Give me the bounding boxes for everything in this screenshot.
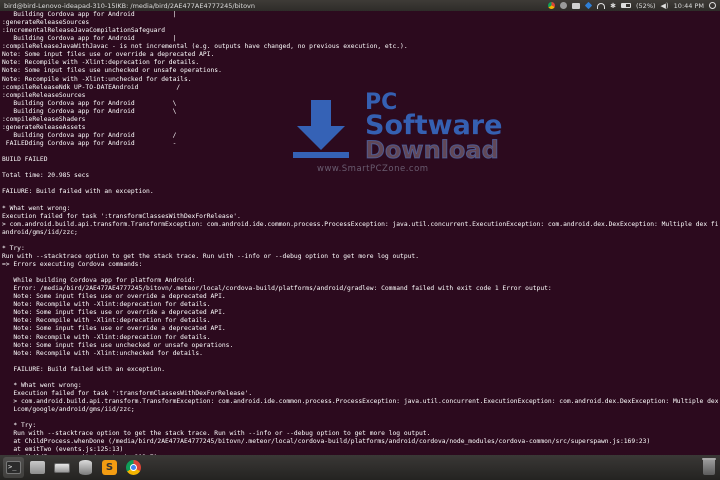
battery-icon[interactable] <box>621 3 632 8</box>
terminal-line: Execution failed for task ':transformCla… <box>2 212 241 220</box>
terminal-line: Note: Recompile with -Xlint:deprecation … <box>2 333 211 341</box>
terminal-line: Building Cordova app for Android | <box>2 11 177 18</box>
terminal-line: :incrementalReleaseJavaCompilationSafegu… <box>2 27 166 35</box>
terminal-line: Note: Recompile with -Xlint:deprecation … <box>2 301 211 309</box>
power-icon[interactable] <box>709 2 716 9</box>
terminal-line: > com.android.build.api.transform.Transf… <box>2 220 718 228</box>
terminal-line: Note: Recompile with -Xlint:unchecked fo… <box>2 349 203 357</box>
chrome-launcher[interactable] <box>123 457 144 478</box>
drive-icon <box>53 462 70 473</box>
sublime-text-launcher[interactable]: S <box>99 457 120 478</box>
terminal-line: Note: Some input files use unchecked or … <box>2 341 234 349</box>
terminal-line: at emitTwo (events.js:125:13) <box>2 446 124 454</box>
terminal-line: android/gms/iid/zzc; <box>2 228 78 236</box>
terminal-output[interactable]: Building Cordova app for Android |:gener… <box>0 11 720 455</box>
terminal-line: Building Cordova app for Android | <box>2 35 177 43</box>
terminal-line: Building Cordova app for Android \ <box>2 107 177 115</box>
terminal-line: Lcom/google/android/gms/iid/zzc; <box>2 406 135 414</box>
terminal-line: * Try: <box>2 422 37 430</box>
files-launcher[interactable] <box>27 457 48 478</box>
terminal-line: * What went wrong: <box>2 204 71 212</box>
terminal-line: :generateReleaseAssets <box>2 123 86 131</box>
terminal-line: FAILEDding Cordova app for Android - <box>2 140 177 147</box>
terminal-line: :compileReleaseNdk UP-TO-DATEAndroid / <box>2 83 181 91</box>
terminal-line: at ChildProcess.whenDone (/media/bird/2A… <box>2 438 651 446</box>
terminal-launcher[interactable]: >_ <box>3 457 24 478</box>
window-title: bird@bird-Lenovo-ideapad-310-15IKB: /med… <box>4 1 256 10</box>
battery-label[interactable]: (52%) <box>636 2 656 10</box>
database-launcher[interactable] <box>75 457 96 478</box>
terminal-line: Total time: 20.985 secs <box>2 172 90 180</box>
top-panel: bird@bird-Lenovo-ideapad-310-15IKB: /med… <box>0 0 720 11</box>
terminal-line: Building Cordova app for Android \ <box>2 99 177 107</box>
terminal-line: Note: Some input files use or override a… <box>2 51 215 59</box>
terminal-line: Note: Recompile with -Xlint:unchecked fo… <box>2 75 192 83</box>
terminal-line: * What went wrong: <box>2 381 82 389</box>
terminal-line: > com.android.build.api.transform.Transf… <box>2 398 718 405</box>
terminal-line: Note: Some input files use unchecked or … <box>2 67 222 75</box>
terminal-line: :compileReleaseJavaWithJavac - is not in… <box>2 43 408 51</box>
sublime-text-icon: S <box>102 460 117 475</box>
terminal-line: While building Cordova app for platform … <box>2 277 196 285</box>
terminal-line: Run with --stacktrace option to get the … <box>2 252 420 260</box>
gear-icon[interactable] <box>560 2 568 9</box>
terminal-line: Note: Some input files use or override a… <box>2 293 226 301</box>
terminal-line: Note: Some input files use or override a… <box>2 325 226 333</box>
terminal-line: :compileReleaseSources <box>2 91 86 99</box>
clock[interactable]: 10:44 PM <box>674 2 704 10</box>
files-icon <box>30 461 45 474</box>
system-tray: ✱ (52%) ◀) 10:44 PM <box>548 2 716 10</box>
terminal-line: FAILURE: Build failed with an exception. <box>2 365 166 373</box>
terminal-line: Building Cordova app for Android / <box>2 131 177 139</box>
terminal-line: => Errors executing Cordova commands: <box>2 260 143 268</box>
terminal-line: Note: Some input files use or override a… <box>2 309 226 317</box>
terminal-line: FAILURE: Build failed with an exception. <box>2 188 154 196</box>
database-icon <box>79 460 92 475</box>
terminal-line: Run with --stacktrace option to get the … <box>2 430 431 438</box>
terminal-line: :compileReleaseShaders <box>2 115 86 123</box>
taskbar: >_ S <box>0 455 720 480</box>
terminal-line: Note: Recompile with -Xlint:deprecation … <box>2 59 200 67</box>
mail-icon[interactable] <box>572 2 581 9</box>
chrome-icon <box>126 460 141 475</box>
volume-icon[interactable]: ◀) <box>661 2 669 10</box>
terminal-line: BUILD FAILED <box>2 156 48 164</box>
terminal-line: Error: /media/bird/2AE477AE4777245/bitov… <box>2 285 552 293</box>
bluetooth-icon[interactable]: ✱ <box>610 2 616 10</box>
dropbox-icon[interactable] <box>584 1 593 10</box>
terminal-line: * Try: <box>2 244 25 252</box>
drive-launcher[interactable] <box>51 457 72 478</box>
terminal-icon: >_ <box>6 461 21 474</box>
chrome-icon[interactable] <box>548 2 556 9</box>
wifi-icon[interactable] <box>597 2 606 9</box>
terminal-line: Note: Recompile with -Xlint:deprecation … <box>2 317 211 325</box>
trash-icon[interactable] <box>702 458 716 475</box>
terminal-line: Execution failed for task ':transformCla… <box>2 389 253 397</box>
terminal-line: :generateReleaseSources <box>2 19 90 27</box>
